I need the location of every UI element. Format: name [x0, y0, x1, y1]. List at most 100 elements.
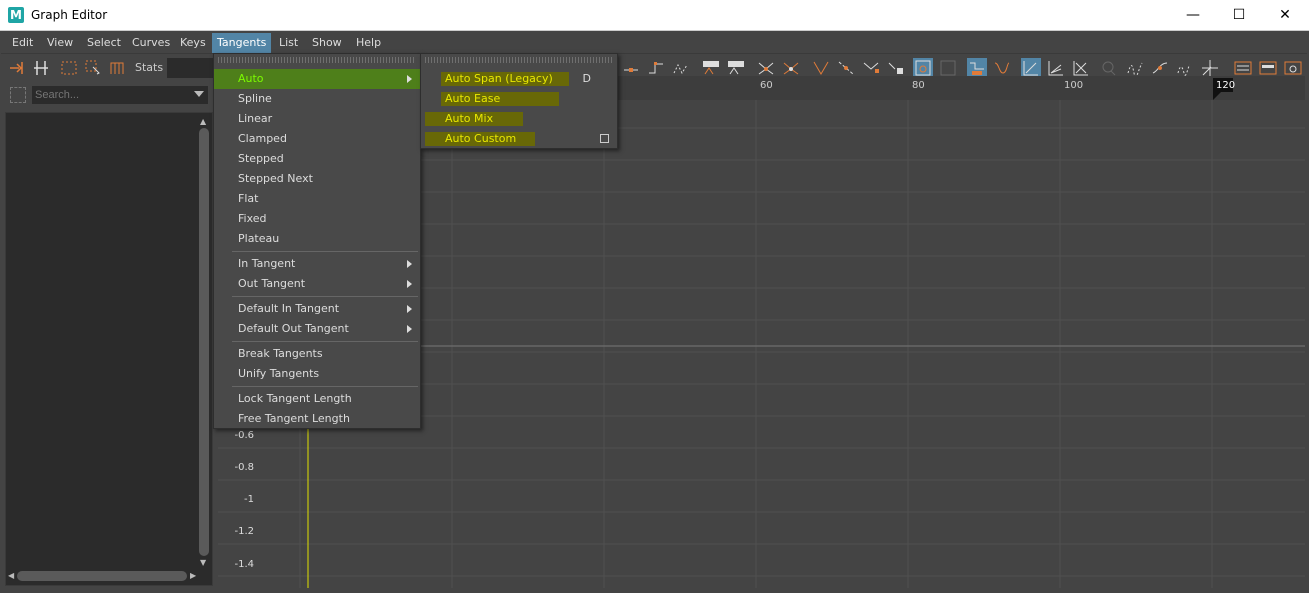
select-arrow-icon[interactable] — [83, 58, 103, 78]
post-infinity-icon[interactable] — [1150, 58, 1170, 78]
auto-tangent-icon[interactable] — [701, 58, 721, 78]
insert-key-icon[interactable] — [31, 58, 51, 78]
menu-edit[interactable]: Edit — [7, 33, 38, 53]
time-editor-icon[interactable] — [1283, 58, 1303, 78]
menu-item-stepped[interactable]: Stepped — [214, 149, 420, 169]
region-select-icon[interactable] — [59, 58, 79, 78]
filter-icon[interactable] — [10, 87, 26, 103]
menu-curves[interactable]: Curves — [127, 33, 175, 53]
tear-off-handle[interactable] — [425, 57, 613, 63]
menu-item-unify-tangents[interactable]: Unify Tangents — [214, 364, 420, 384]
menu-item-free-tangent-length[interactable]: Free Tangent Length — [214, 409, 420, 429]
shortcut-label: D — [582, 72, 591, 85]
break-tangent-icon[interactable] — [756, 58, 776, 78]
submenu-item-auto-ease[interactable]: Auto Ease — [421, 89, 617, 109]
submenu-item-label: Auto Custom — [445, 132, 517, 145]
auto-tangent2-icon[interactable] — [726, 58, 746, 78]
scroll-right-icon[interactable]: ▶ — [190, 571, 196, 580]
maximize-button[interactable]: ☐ — [1216, 0, 1262, 31]
auto-submenu: Auto Span (Legacy) D Auto Ease Auto Mix … — [420, 53, 618, 149]
unify-tangent-icon[interactable] — [781, 58, 801, 78]
move-key-icon[interactable] — [7, 58, 27, 78]
menu-help[interactable]: Help — [351, 33, 386, 53]
absolute-view-icon[interactable] — [1071, 58, 1091, 78]
pre-infinity-icon[interactable] — [1125, 58, 1145, 78]
submenu-arrow-icon — [407, 260, 412, 268]
menu-select[interactable]: Select — [82, 33, 126, 53]
chevron-down-icon[interactable] — [194, 91, 204, 97]
menu-list[interactable]: List — [274, 33, 303, 53]
outliner-list[interactable] — [5, 112, 213, 586]
horizontal-scrollbar[interactable] — [17, 571, 187, 581]
dope-sheet-icon[interactable] — [1233, 58, 1253, 78]
normalize-icon[interactable] — [967, 58, 987, 78]
retime-icon[interactable] — [107, 58, 127, 78]
curve-weight-icon[interactable] — [861, 58, 881, 78]
isolate-icon[interactable] — [1098, 58, 1118, 78]
menu-item-label: Default Out Tangent — [238, 322, 349, 335]
menu-separator — [232, 251, 418, 252]
submenu-item-auto-mix[interactable]: Auto Mix — [421, 109, 617, 129]
menu-tangents[interactable]: Tangents — [212, 33, 272, 53]
menu-item-clamped[interactable]: Clamped — [214, 129, 420, 149]
value-label: -0.6 — [234, 430, 254, 441]
menu-item-default-in-tangent[interactable]: Default In Tangent — [214, 299, 420, 319]
menu-keys[interactable]: Keys — [175, 33, 211, 53]
stacked-curves-icon[interactable] — [1021, 58, 1041, 78]
menu-view[interactable]: View — [42, 33, 78, 53]
app-logo-icon: M — [8, 7, 24, 23]
search-input[interactable] — [32, 86, 208, 104]
ruler-tick-label: 80 — [912, 80, 925, 91]
menu-item-default-out-tangent[interactable]: Default Out Tangent — [214, 319, 420, 339]
swap-buffer-icon[interactable] — [938, 58, 958, 78]
menu-item-label: In Tangent — [238, 257, 296, 270]
menu-item-stepped-next[interactable]: Stepped Next — [214, 169, 420, 189]
cycle-icon[interactable] — [1175, 58, 1195, 78]
submenu-item-label: Auto Span (Legacy) — [445, 72, 553, 85]
menu-item-in-tangent[interactable]: In Tangent — [214, 254, 420, 274]
menu-item-linear[interactable]: Linear — [214, 109, 420, 129]
option-box-icon[interactable] — [600, 134, 609, 143]
menu-separator — [232, 296, 418, 297]
menu-separator — [232, 386, 418, 387]
spread-curves-icon[interactable] — [1046, 58, 1066, 78]
stats-field[interactable] — [167, 58, 215, 78]
submenu-item-auto-span-legacy[interactable]: Auto Span (Legacy) D — [421, 69, 617, 89]
vertical-scrollbar[interactable] — [199, 128, 209, 556]
tangent-step-icon[interactable] — [646, 58, 666, 78]
buffer-curve-icon[interactable] — [913, 58, 933, 78]
stats-label: Stats — [135, 61, 164, 74]
submenu-arrow-icon — [407, 280, 412, 288]
tear-off-handle[interactable] — [218, 57, 416, 63]
current-frame-label: 120 — [1216, 80, 1236, 91]
curve-diag-icon[interactable] — [836, 58, 856, 78]
menu-item-spline[interactable]: Spline — [214, 89, 420, 109]
tangents-menu: Auto Spline Linear Clamped Stepped Stepp… — [213, 53, 421, 429]
submenu-arrow-icon — [407, 325, 412, 333]
trax-editor-icon[interactable] — [1258, 58, 1278, 78]
scroll-left-icon[interactable]: ◀ — [8, 571, 14, 580]
minimize-button[interactable]: — — [1170, 0, 1216, 31]
scroll-down-icon[interactable]: ▼ — [200, 558, 206, 567]
tangent-linear-icon[interactable] — [621, 58, 641, 78]
menu-item-out-tangent[interactable]: Out Tangent — [214, 274, 420, 294]
menu-item-fixed[interactable]: Fixed — [214, 209, 420, 229]
menu-item-flat[interactable]: Flat — [214, 189, 420, 209]
close-button[interactable]: ✕ — [1262, 0, 1308, 31]
scroll-up-icon[interactable]: ▲ — [200, 117, 206, 126]
title-bar: M Graph Editor — ☐ ✕ — [0, 0, 1309, 31]
denormalize-icon[interactable] — [992, 58, 1012, 78]
menu-item-lock-tangent-length[interactable]: Lock Tangent Length — [214, 389, 420, 409]
menu-item-label: Auto — [238, 72, 264, 85]
lock-tangent-icon[interactable] — [886, 58, 906, 78]
menu-item-break-tangents[interactable]: Break Tangents — [214, 344, 420, 364]
curve-v-icon[interactable] — [811, 58, 831, 78]
value-label: -1 — [244, 494, 254, 505]
submenu-item-auto-custom[interactable]: Auto Custom — [421, 129, 617, 149]
tangent-dots-icon[interactable] — [671, 58, 691, 78]
menu-item-plateau[interactable]: Plateau — [214, 229, 420, 249]
offset-icon[interactable] — [1200, 58, 1220, 78]
menu-show[interactable]: Show — [307, 33, 347, 53]
menu-item-auto[interactable]: Auto — [214, 69, 420, 89]
value-label: -0.8 — [234, 462, 254, 473]
